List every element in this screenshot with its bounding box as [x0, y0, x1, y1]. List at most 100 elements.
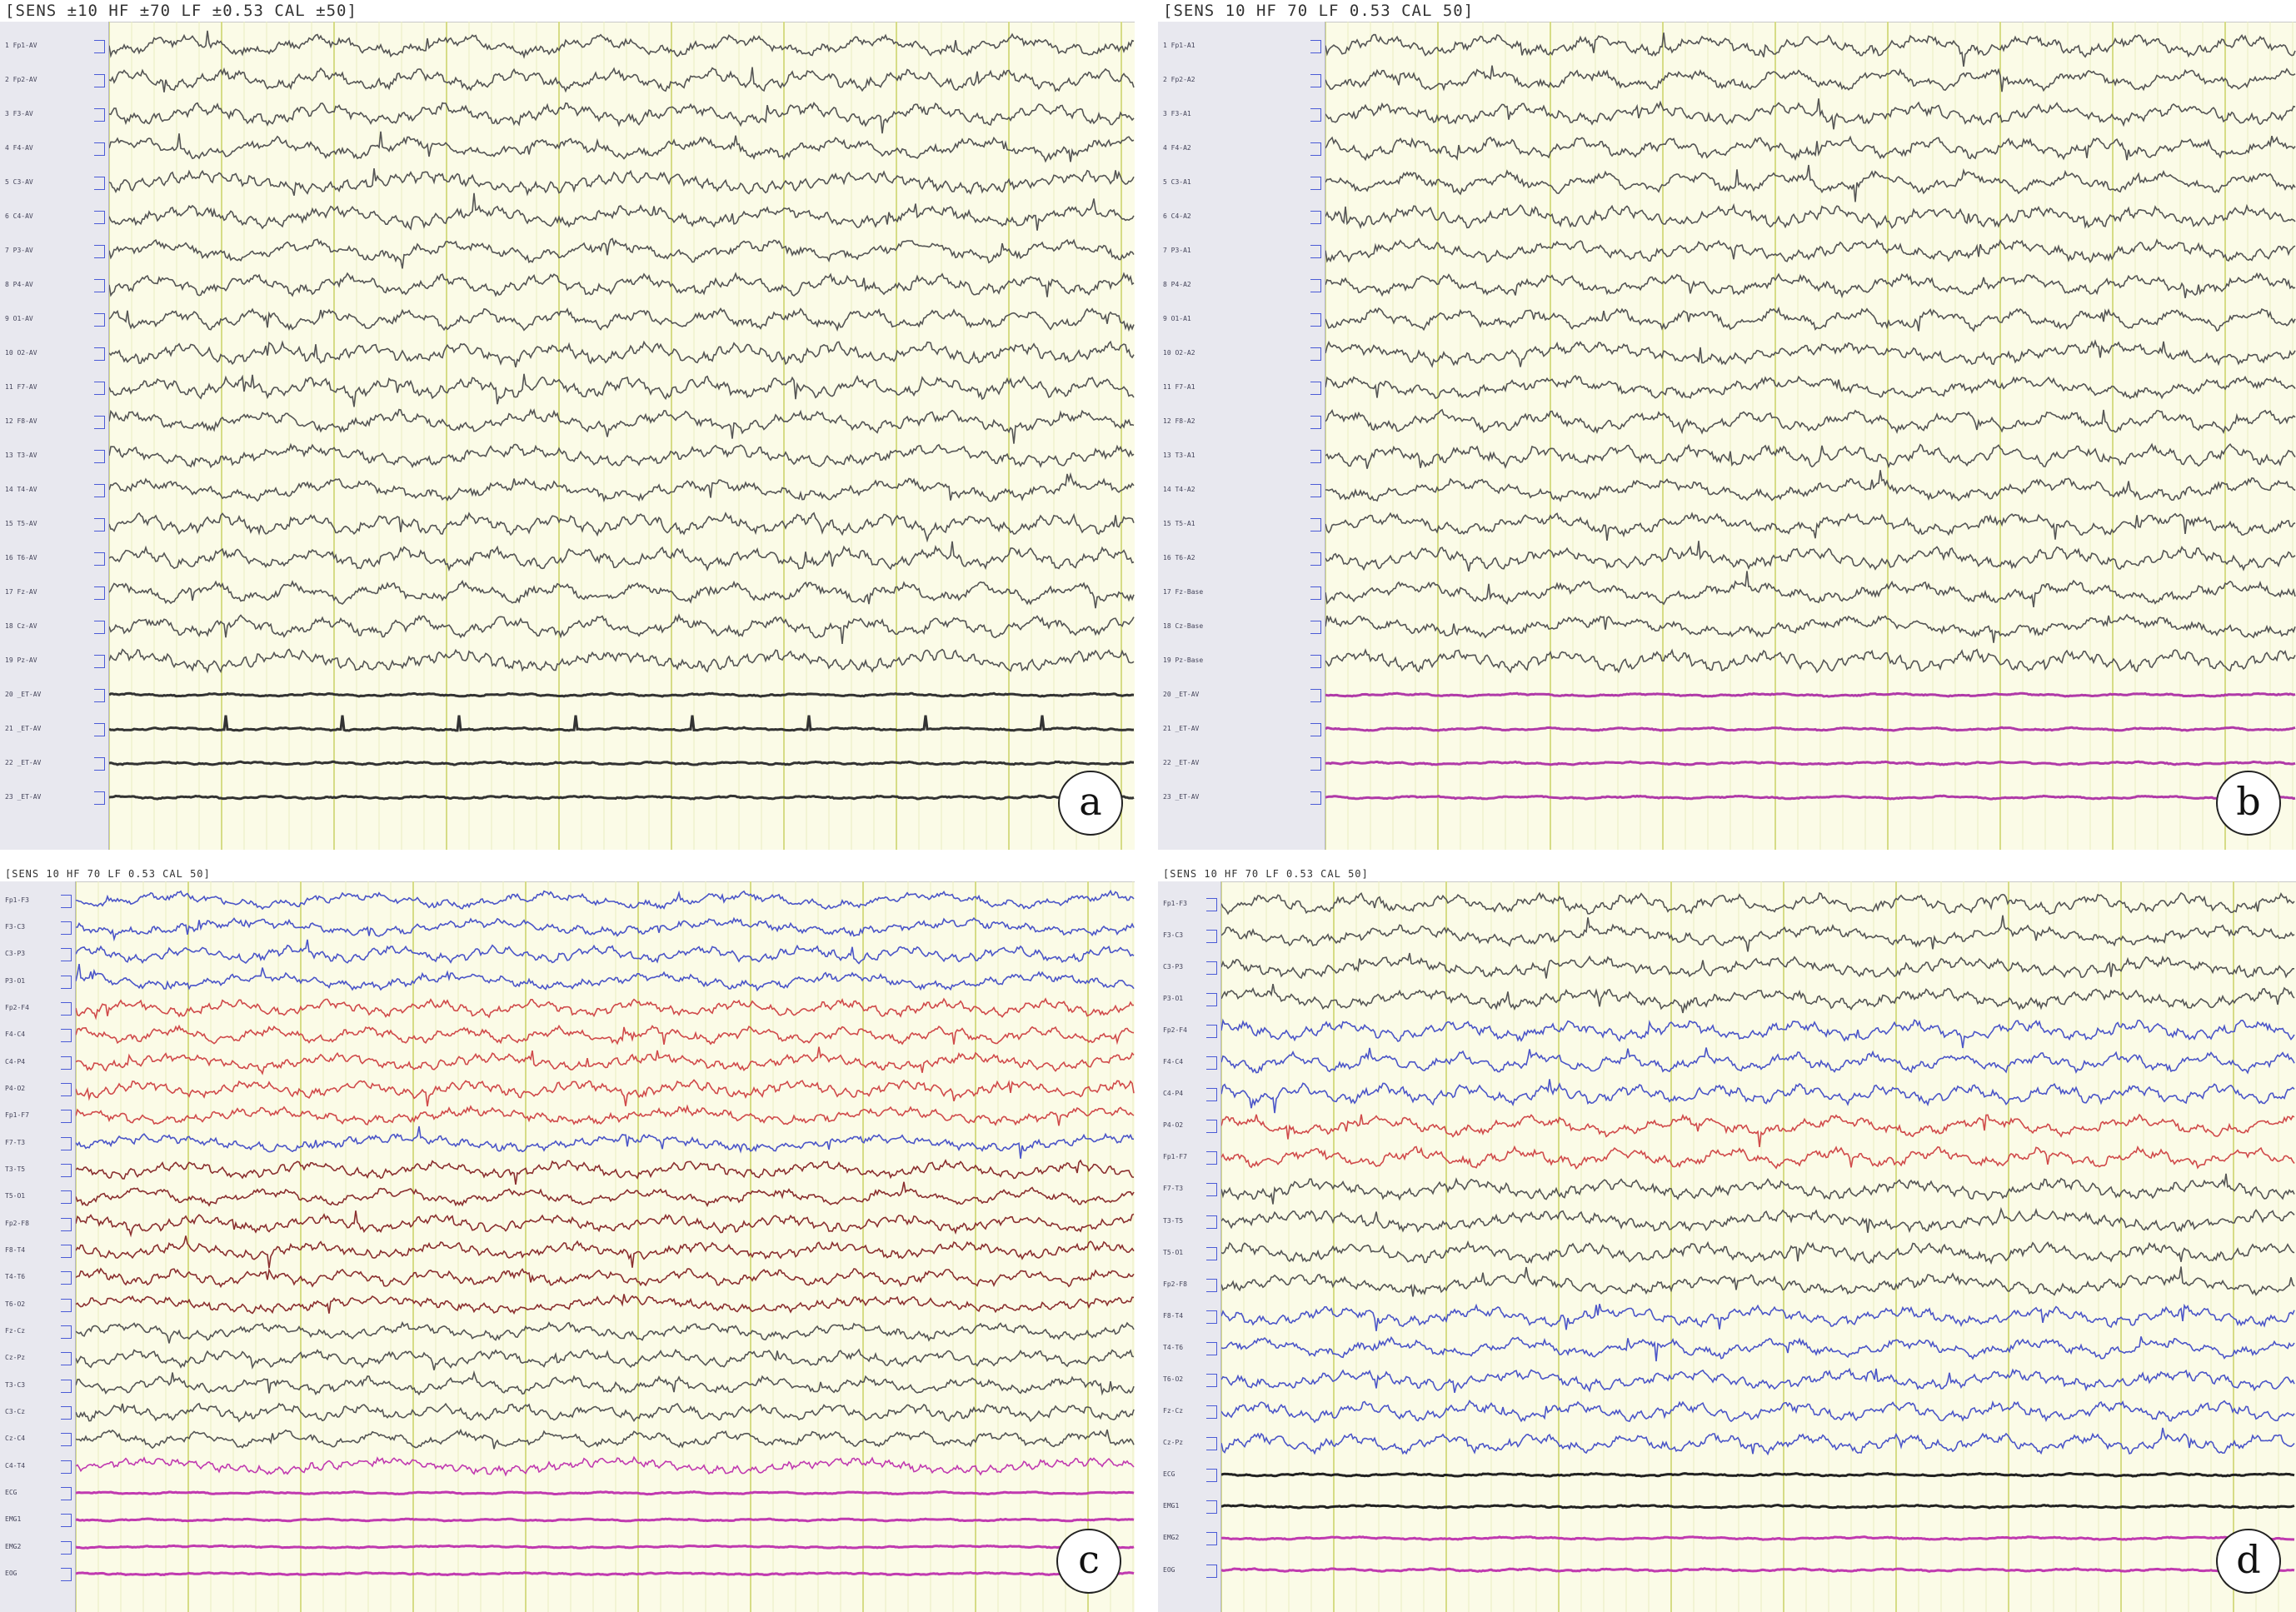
scale-bracket	[61, 1001, 72, 1016]
scale-bracket	[61, 1460, 72, 1474]
channel-label: 5 C3-A1	[1163, 177, 1191, 186]
channel-label: 2 Fp2-A2	[1163, 75, 1195, 83]
scale-bracket	[61, 1083, 72, 1096]
scale-bracket	[61, 1110, 72, 1124]
scale-bracket	[1310, 552, 1321, 566]
scale-bracket	[94, 449, 105, 463]
scale-bracket	[1310, 244, 1321, 258]
channel-label: 5 C3-AV	[5, 177, 33, 186]
scale-bracket	[1206, 1469, 1217, 1483]
eeg-trace	[1221, 1303, 2295, 1331]
scale-bracket	[61, 975, 72, 989]
channel-label: Fz-Cz	[5, 1327, 26, 1335]
channel-label: F3-C3	[5, 922, 26, 931]
channel-label: C4-T4	[5, 1461, 26, 1470]
scale-bracket	[1206, 1437, 1217, 1451]
eeg-trace	[1221, 1018, 2295, 1049]
eeg-trace	[1221, 915, 2295, 952]
scale-bracket	[1310, 210, 1321, 224]
channel-label: T6-O2	[5, 1300, 26, 1308]
eeg-trace	[1221, 1427, 2295, 1456]
scale-bracket	[1206, 1246, 1217, 1260]
scale-bracket	[94, 791, 105, 806]
scale-bracket	[94, 723, 105, 737]
eeg-trace	[109, 167, 1135, 197]
channel-label: Fp2-F8	[5, 1219, 29, 1227]
eeg-trace	[109, 442, 1135, 469]
eeg-trace	[109, 192, 1135, 231]
scale-bracket	[1310, 757, 1321, 771]
eeg-trace	[1325, 442, 2296, 470]
channel-label: 22 _ET-AV	[5, 759, 42, 767]
channel-label: F3-C3	[1163, 931, 1184, 939]
scale-bracket	[61, 1136, 72, 1150]
channel-label: 3 F3-A1	[1163, 109, 1191, 117]
scale-bracket	[1310, 347, 1321, 361]
channel-label: 15 T5-AV	[5, 520, 37, 527]
scale-bracket	[94, 552, 105, 566]
channel-label: 14 T4-AV	[5, 485, 37, 493]
channel-label: F7-T3	[1163, 1185, 1184, 1193]
panel-letter-c: c	[1056, 1529, 1121, 1594]
eeg-trace	[1221, 1145, 2295, 1170]
eeg-trace	[1221, 1367, 2295, 1393]
panel-letter-d: d	[2216, 1529, 2281, 1594]
scale-bracket	[1206, 1405, 1217, 1420]
channel-label: Cz-Pz	[1163, 1439, 1184, 1447]
panel-letter-b: b	[2216, 771, 2281, 836]
scale-bracket	[61, 1271, 72, 1285]
scale-bracket	[61, 1056, 72, 1070]
channel-label: F4-C4	[5, 1031, 26, 1039]
eeg-trace	[1325, 98, 2296, 130]
eeg-trace	[109, 408, 1135, 444]
eeg-trace	[109, 760, 1134, 766]
scale-bracket	[1206, 1025, 1217, 1039]
eeg-trace	[1221, 1113, 2295, 1147]
scale-bracket	[61, 894, 72, 908]
eeg-plot	[76, 881, 1135, 1612]
eeg-trace	[109, 613, 1135, 644]
scale-bracket	[1206, 1183, 1217, 1197]
channel-label: T3-C3	[5, 1380, 26, 1389]
panel-header: [SENS 10 HF 70 LF 0.53 CAL 50]	[1158, 866, 2296, 882]
scale-bracket	[1206, 929, 1217, 943]
channel-label: 17 Fz-AV	[5, 588, 37, 596]
scale-bracket	[94, 621, 105, 635]
channel-label: C4-P4	[5, 1057, 26, 1066]
channel-label: 11 F7-AV	[5, 382, 37, 391]
channel-label: 7 P3-AV	[5, 246, 33, 254]
channel-label: EOG	[1163, 1565, 1175, 1574]
eeg-trace	[1325, 571, 2296, 608]
eeg-plot	[109, 22, 1135, 850]
channel-label: Cz-C4	[5, 1435, 26, 1443]
scale-bracket	[1310, 689, 1321, 703]
scale-bracket	[94, 586, 105, 601]
scale-bracket	[94, 142, 105, 156]
channel-label: 21 _ET-AV	[5, 725, 42, 733]
eeg-trace	[1325, 32, 2296, 67]
eeg-trace	[109, 237, 1135, 269]
channel-label: T6-O2	[1163, 1375, 1184, 1383]
eeg-trace	[109, 512, 1135, 543]
eeg-trace	[1221, 1535, 2295, 1541]
scale-bracket	[61, 1540, 72, 1555]
channel-label: 14 T4-A2	[1163, 485, 1195, 493]
scale-bracket	[61, 1190, 72, 1205]
channel-label: 11 F7-A1	[1163, 382, 1195, 391]
channel-label: 19 Pz-AV	[5, 656, 37, 665]
channel-label: 2 Fp2-AV	[5, 75, 37, 83]
channel-label: 10 O2-AV	[5, 348, 37, 357]
channel-label-column: Fp1-F3 F3-C3 C3-P3 P3-O1 Fp2-F4 F4-C4 C4-P4 P4-…	[1158, 881, 1221, 1612]
channel-label: T5-O1	[1163, 1248, 1184, 1256]
scale-bracket	[61, 1487, 72, 1501]
channel-label: C4-P4	[1163, 1090, 1184, 1098]
panel-header: [SENS ±10 HF ±70 LF ±0.53 CAL ±50]	[0, 0, 1135, 22]
scale-bracket	[94, 312, 105, 327]
scale-bracket	[94, 278, 105, 292]
scale-bracket	[1310, 39, 1321, 53]
channel-label: C3-P3	[1163, 962, 1184, 971]
channel-label: ECG	[5, 1489, 17, 1497]
channel-label: 3 F3-AV	[5, 109, 33, 117]
scale-bracket	[1206, 1532, 1217, 1546]
channel-label: 13 T3-AV	[5, 451, 37, 459]
